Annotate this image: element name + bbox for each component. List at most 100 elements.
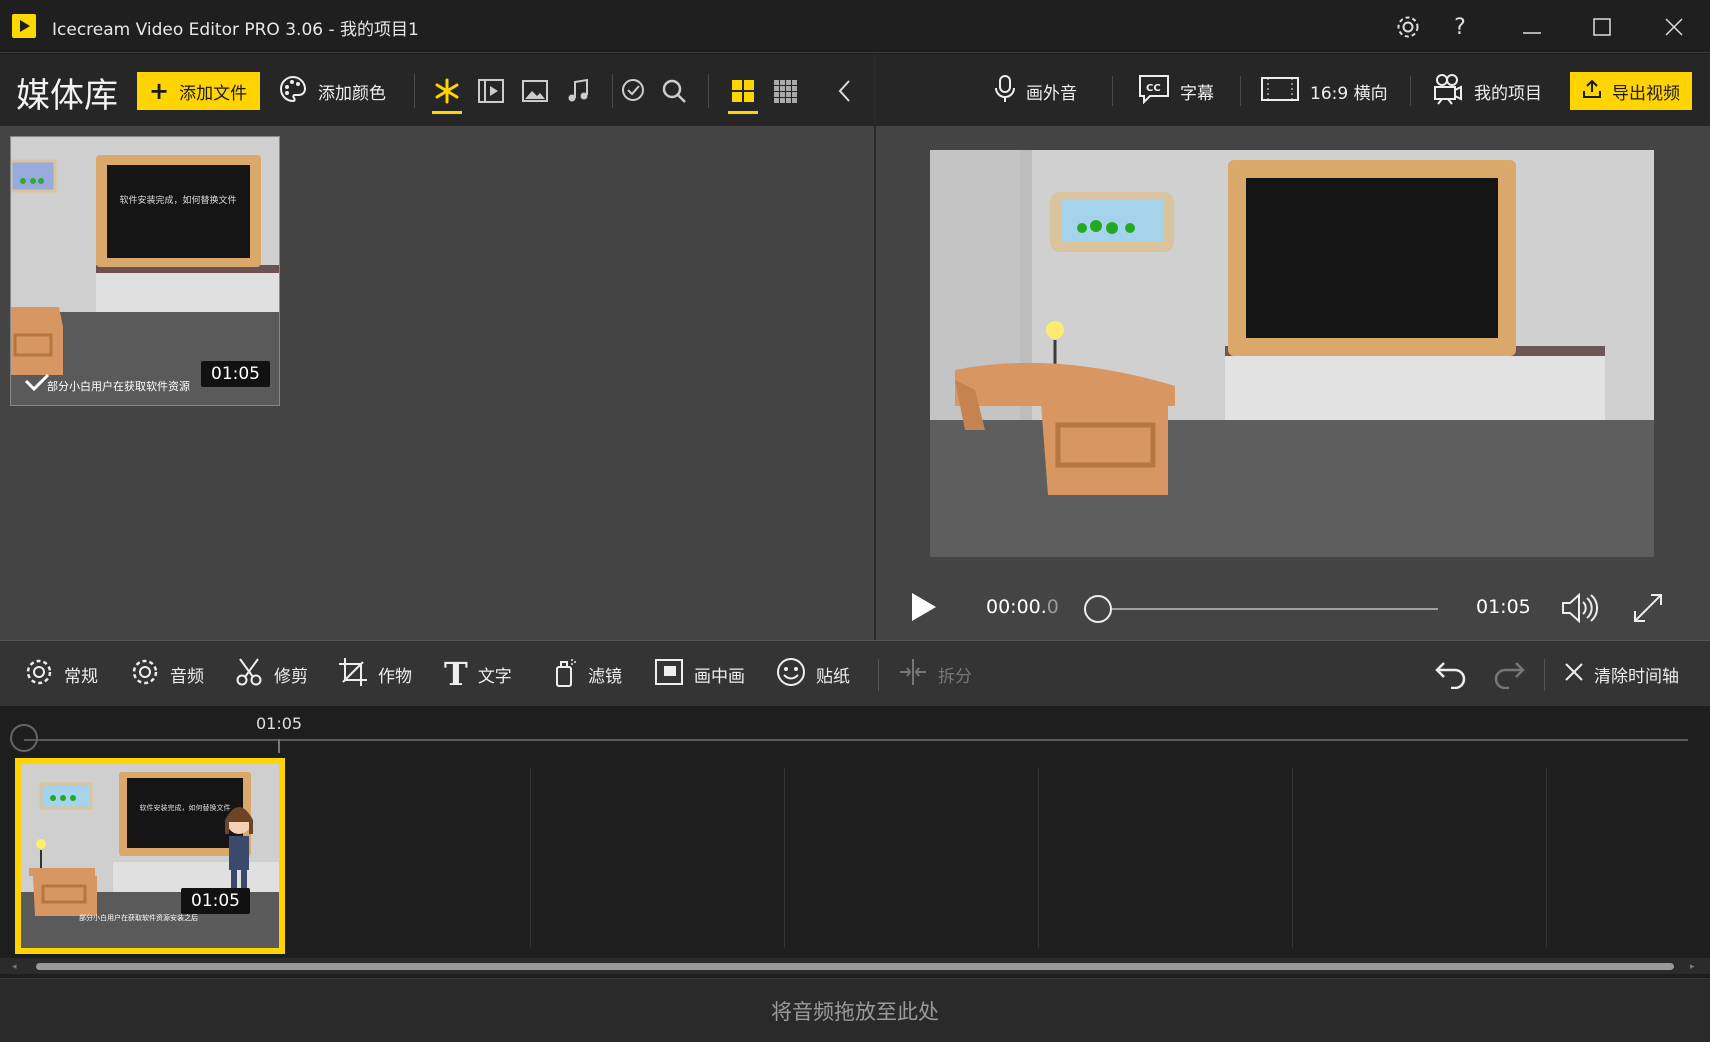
edit-toolbar: 常规 音频 修剪 作物 T 文字 滤镜 画中画 贴纸 拆分 清除时间轴	[0, 640, 1710, 706]
music-icon[interactable]	[561, 74, 595, 108]
crop-button[interactable]: 作物	[338, 657, 412, 691]
help-icon[interactable]: ?	[1440, 10, 1480, 44]
add-file-button[interactable]: + 添加文件	[137, 72, 260, 110]
audio-drop-zone[interactable]: 将音频拖放至此处	[0, 978, 1710, 1042]
play-icon[interactable]	[906, 590, 940, 624]
clear-timeline-button[interactable]: 清除时间轴	[1564, 657, 1679, 691]
track-gridline	[1038, 768, 1039, 948]
clear-timeline-label: 清除时间轴	[1594, 666, 1679, 687]
track-gridline	[784, 768, 785, 948]
search-icon[interactable]	[657, 74, 691, 108]
scroll-right-icon[interactable]: ▸	[1690, 962, 1695, 972]
picture-in-picture-button[interactable]: 画中画	[654, 657, 745, 691]
chevron-left-icon[interactable]	[828, 74, 862, 108]
app-logo-icon	[12, 14, 36, 38]
subtitles-button[interactable]: CC 字幕	[1138, 72, 1214, 110]
media-library-area: 软件安装完成，如何替换文件 部分小白用户在获取软件资源 01:05	[0, 126, 874, 640]
split-button[interactable]: 拆分	[898, 657, 972, 691]
current-time-main: 00:00.	[986, 596, 1047, 618]
aspect-ratio-icon	[1260, 76, 1300, 107]
split-icon	[898, 657, 928, 692]
image-icon[interactable]	[518, 74, 552, 108]
filters-label: 滤镜	[588, 666, 622, 687]
my-projects-label: 我的项目	[1474, 83, 1542, 104]
scrollbar-thumb[interactable]	[36, 963, 1674, 970]
split-label: 拆分	[938, 666, 972, 687]
media-item[interactable]: 软件安装完成，如何替换文件 部分小白用户在获取软件资源 01:05	[10, 136, 280, 406]
separator	[414, 74, 415, 108]
media-library-title: 媒体库	[16, 76, 118, 116]
aspect-ratio-label: 16:9 横向	[1310, 83, 1388, 104]
maximize-icon[interactable]	[1582, 10, 1622, 44]
active-filter-underline	[432, 111, 462, 114]
ruler-time-label: 01:05	[256, 714, 303, 733]
track-gridline	[1546, 768, 1547, 948]
upload-icon	[1582, 79, 1602, 104]
camera-icon	[1432, 73, 1464, 110]
project-toolbar: 画外音 CC 字幕 16:9 横向 我的项目 导出视频	[876, 54, 1710, 126]
export-video-label: 导出视频	[1612, 83, 1680, 104]
voiceover-button[interactable]: 画外音	[994, 72, 1077, 110]
duration-badge: 01:05	[201, 361, 270, 387]
video-preview[interactable]	[930, 150, 1654, 557]
spray-can-icon	[552, 657, 578, 692]
general-button[interactable]: 常规	[24, 657, 98, 691]
scissors-icon	[234, 657, 264, 692]
seek-handle[interactable]	[1084, 595, 1112, 623]
board-text: 软件安装完成，如何替换文件	[119, 194, 236, 206]
trim-label: 修剪	[274, 666, 308, 687]
clip-caption: 部分小白用户在获取软件资源安装之后	[79, 913, 198, 922]
my-projects-button[interactable]: 我的项目	[1432, 72, 1542, 110]
add-color-button[interactable]: 添加颜色	[278, 72, 386, 110]
clip-board-text: 软件安装完成，如何替换文件	[140, 803, 231, 812]
large-grid-icon[interactable]	[726, 74, 760, 114]
scroll-left-icon[interactable]: ◂	[12, 962, 17, 972]
trim-button[interactable]: 修剪	[234, 657, 308, 691]
pip-label: 画中画	[694, 666, 745, 687]
redo-icon[interactable]	[1492, 657, 1526, 691]
audio-settings-button[interactable]: 音频	[130, 657, 204, 691]
track-gridline	[530, 768, 531, 948]
preview-scene	[930, 150, 1654, 557]
general-label: 常规	[64, 666, 98, 687]
stickers-button[interactable]: 贴纸	[776, 657, 850, 691]
text-button[interactable]: T 文字	[444, 657, 512, 691]
timeline: 01:05 软件安装完成，如何替换文件 部分小白用户在获取软件资源安装之后 01…	[0, 706, 1710, 978]
add-color-label: 添加颜色	[318, 83, 386, 104]
small-grid-icon[interactable]	[768, 74, 802, 108]
fullscreen-icon[interactable]	[1632, 592, 1664, 628]
check-filter-icon[interactable]	[617, 74, 651, 108]
separator	[1410, 76, 1411, 106]
undo-icon[interactable]	[1434, 657, 1468, 691]
aspect-ratio-button[interactable]: 16:9 横向	[1260, 72, 1388, 110]
playhead-handle[interactable]	[10, 724, 38, 752]
timeline-clip[interactable]: 软件安装完成，如何替换文件 部分小白用户在获取软件资源安装之后 01:05	[15, 758, 285, 954]
crop-icon	[338, 657, 368, 692]
settings-gear-icon[interactable]	[1388, 10, 1428, 44]
audio-drop-label: 将音频拖放至此处	[771, 999, 939, 1024]
video-icon[interactable]	[474, 74, 508, 108]
close-icon[interactable]	[1654, 10, 1694, 44]
microphone-icon	[994, 74, 1016, 109]
time-ruler[interactable]	[24, 739, 1688, 741]
volume-icon[interactable]	[1560, 592, 1598, 628]
preview-panel: 00:00.0 01:05	[876, 126, 1710, 640]
add-file-label: 添加文件	[179, 83, 248, 104]
text-label: 文字	[477, 666, 512, 687]
close-x-icon	[1564, 662, 1584, 687]
export-video-button[interactable]: 导出视频	[1570, 72, 1692, 110]
gear-icon	[130, 657, 160, 692]
filters-button[interactable]: 滤镜	[552, 657, 622, 691]
crop-label: 作物	[378, 666, 412, 687]
timeline-scrollbar[interactable]: ◂ ▸	[0, 958, 1710, 974]
all-star-icon[interactable]	[430, 74, 464, 114]
player-controls: 00:00.0 01:05	[876, 578, 1710, 638]
minimize-icon[interactable]	[1512, 10, 1552, 44]
seek-bar[interactable]	[1098, 608, 1438, 610]
stickers-label: 贴纸	[816, 666, 850, 687]
total-time: 01:05	[1476, 596, 1531, 618]
smiley-icon	[776, 657, 806, 692]
thumb-caption: 部分小白用户在获取软件资源	[47, 379, 190, 393]
ruler-tick	[278, 739, 280, 753]
separator	[878, 659, 879, 691]
